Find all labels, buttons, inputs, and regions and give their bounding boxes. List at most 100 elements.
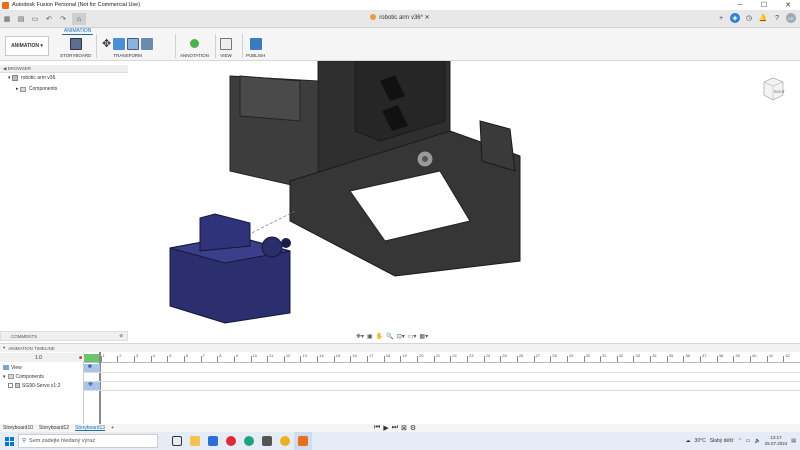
network-icon[interactable]: ▭ — [746, 438, 751, 444]
timeline-row-servo[interactable]: SG90-Servo v1:2 — [0, 381, 84, 390]
mail-icon[interactable] — [204, 432, 222, 450]
publish-group[interactable]: PUBLISH — [246, 36, 265, 58]
view-label: VIEW — [220, 53, 232, 58]
new-tab-icon[interactable]: + — [716, 13, 726, 23]
display-settings-icon[interactable]: ▭▾ — [408, 333, 417, 340]
fit-icon[interactable]: ⊡▾ — [397, 333, 405, 340]
storyboard-tab[interactable]: Storyboard10 — [0, 425, 36, 431]
animation-timeline-header[interactable]: ▾ ANIMATION TIMELINE — [0, 343, 800, 352]
opera-icon[interactable] — [222, 432, 240, 450]
view-cube[interactable]: RIGHT — [758, 73, 788, 103]
pan-icon[interactable]: ✋ — [376, 333, 383, 340]
storyboard-tab[interactable]: Storyboard12 — [36, 425, 72, 431]
transform-explode-icon[interactable] — [127, 37, 140, 50]
ruler-tick — [766, 356, 768, 362]
ruler-tick-label: 14 — [319, 353, 324, 358]
add-comment-icon[interactable]: ⊕ — [119, 333, 123, 339]
ruler-tick-label: 3 — [135, 353, 139, 358]
look-at-icon[interactable]: ▣ — [367, 333, 373, 340]
ruler-tick-label: 19 — [402, 353, 407, 358]
play-icon[interactable]: ▶ — [383, 424, 388, 432]
ruler-tick-label: 4 — [152, 353, 155, 358]
close-tab-icon[interactable]: ✕ — [425, 15, 430, 21]
orbit-icon[interactable]: ✥▾ — [356, 333, 364, 340]
skip-start-icon[interactable]: ⏮ — [374, 424, 380, 432]
notifications-icon[interactable]: 🔔 — [758, 13, 768, 23]
ruler-tick-label: 30 — [585, 353, 590, 358]
start-button[interactable] — [0, 432, 18, 450]
view-group[interactable]: VIEW — [220, 36, 232, 58]
fusion-taskbar-icon[interactable] — [294, 432, 312, 450]
fit-timeline-icon[interactable]: ⊠ — [401, 424, 407, 432]
3d-viewport[interactable]: RIGHT — [0, 60, 800, 331]
record-icon[interactable]: ■ — [79, 355, 82, 361]
extensions-icon[interactable]: ◈ — [730, 13, 740, 23]
servo-tab — [199, 213, 251, 252]
browser-root-item[interactable]: ▾ robotic arm v36 — [8, 75, 55, 81]
minimize-icon[interactable]: ─ — [728, 0, 752, 10]
transform-move-icon[interactable]: ✥ — [102, 37, 111, 50]
volume-icon[interactable]: 🔈 — [755, 438, 761, 444]
close-icon[interactable]: ✕ — [776, 0, 800, 10]
zoom-icon[interactable]: 🔍 — [386, 333, 393, 340]
timeline-ruler[interactable]: 0123456789101112131415161718192021222324… — [84, 353, 800, 363]
user-avatar[interactable]: KR — [786, 13, 796, 23]
ruler-tick-label: 32 — [618, 353, 624, 358]
clock[interactable]: 13:17 25.07.2024 — [765, 435, 788, 447]
ruler-tick-label: 27 — [535, 353, 541, 358]
component-icon — [15, 383, 20, 388]
model-canvas[interactable] — [0, 60, 800, 331]
ruler-tick-label: 40 — [752, 353, 757, 358]
workspace-switcher[interactable]: ANIMATION ▾ — [5, 36, 49, 56]
timeline-row-components[interactable]: ▾ Components — [0, 372, 84, 381]
timeline-row-view[interactable]: View — [0, 363, 84, 372]
help-icon[interactable]: ? — [772, 13, 782, 23]
tray-expand-icon[interactable]: ⌃ — [738, 438, 742, 444]
ruler-tick-label: 10 — [252, 353, 257, 358]
ruler-tick — [400, 356, 402, 362]
storyboard-tab-active[interactable]: Storyboard13 — [72, 425, 108, 431]
ruler-tick-label: 22 — [452, 353, 457, 358]
comments-panel[interactable]: COMMENTS ⊕ — [0, 331, 128, 341]
transform-show-hide-icon[interactable] — [141, 37, 154, 50]
checkbox-icon[interactable] — [8, 383, 13, 388]
browser-header[interactable]: ◀ BROWSER — [0, 65, 128, 73]
collapse-icon[interactable]: ▾ — [3, 345, 5, 351]
ruler-tick-label: 15 — [335, 353, 341, 358]
ruler-tick — [250, 356, 252, 362]
time-field[interactable]: 1.0 ■ — [0, 353, 84, 362]
skip-end-icon[interactable]: ⏭ — [392, 424, 398, 432]
chrome-icon[interactable] — [276, 432, 294, 450]
view-keyframe-block[interactable] — [84, 364, 100, 372]
edge-icon[interactable] — [240, 432, 258, 450]
taskbar-search[interactable]: ⚲ Sem zadejte hledaný výraz — [18, 434, 158, 448]
transform-group[interactable]: ✥ TRANSFORM — [102, 36, 154, 58]
ruler-tick-label: 16 — [352, 353, 357, 358]
annotation-group[interactable]: ANNOTATION — [180, 36, 209, 58]
workspace-tab[interactable]: ANIMATION — [62, 28, 94, 35]
ruler-tick-label: 24 — [485, 353, 491, 358]
task-view-icon[interactable] — [168, 432, 186, 450]
timeline-settings-icon[interactable]: ⚙ — [410, 424, 416, 432]
ruler-tick-label: 18 — [385, 353, 391, 358]
notification-center-icon[interactable]: ▤ — [791, 438, 796, 444]
document-tab[interactable]: robotic arm v36* ✕ — [0, 14, 800, 21]
weather-icon[interactable]: ☁ — [686, 438, 691, 444]
view-camera-icon — [220, 37, 232, 50]
expand-icon[interactable]: ▾ — [3, 374, 6, 380]
view-cube-icon[interactable] — [758, 73, 788, 103]
add-storyboard-button[interactable]: + — [108, 425, 117, 431]
store-icon[interactable] — [258, 432, 276, 450]
ruler-tick — [450, 356, 452, 362]
ruler-tick — [700, 356, 702, 362]
maximize-icon[interactable]: ☐ — [752, 0, 776, 10]
browser-components-item[interactable]: ▸ Components — [16, 86, 57, 92]
file-explorer-icon[interactable] — [186, 432, 204, 450]
job-status-icon[interactable]: ◷ — [744, 13, 754, 23]
storyboard-group[interactable]: STORYBOARD — [60, 36, 91, 58]
grid-settings-icon[interactable]: ▦▾ — [419, 333, 428, 340]
storyboard-label: STORYBOARD — [60, 53, 92, 58]
playback-controls: ⏮ ▶ ⏭ ⊠ ⚙ — [374, 424, 416, 432]
transform-restore-icon[interactable] — [113, 37, 126, 50]
ruler-tick-label: 35 — [668, 353, 674, 358]
